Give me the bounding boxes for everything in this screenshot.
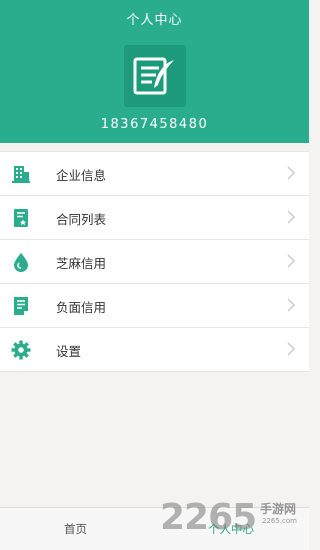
gear-icon <box>11 340 31 360</box>
profile-header: 个人中心 18367458480 <box>0 0 309 143</box>
chevron-right-icon <box>287 166 295 180</box>
building-icon <box>12 166 30 183</box>
chevron-right-icon <box>287 210 295 224</box>
watermark-url: 2265.com <box>262 517 297 525</box>
phone-number: 18367458480 <box>100 117 209 132</box>
menu-item-label: 设置 <box>56 344 82 359</box>
chevron-right-icon <box>287 298 295 312</box>
watermark-site: 手游网 <box>260 502 297 516</box>
watermark-logo: 2265 <box>160 497 257 538</box>
menu-item-label: 合同列表 <box>56 212 107 227</box>
menu-item-company-info[interactable]: 企业信息 <box>0 152 309 196</box>
contract-icon <box>14 209 28 227</box>
chevron-right-icon <box>287 254 295 268</box>
menu-list: 企业信息 合同列表 芝麻信用 负面信用 设置 <box>0 151 309 372</box>
page-title: 个人中心 <box>126 13 183 28</box>
avatar[interactable] <box>124 45 186 107</box>
document-icon <box>14 297 28 315</box>
chevron-right-icon <box>287 342 295 356</box>
menu-item-settings[interactable]: 设置 <box>0 328 309 372</box>
menu-item-negative-credit[interactable]: 负面信用 <box>0 284 309 328</box>
menu-item-sesame-credit[interactable]: 芝麻信用 <box>0 240 309 284</box>
tab-home[interactable]: 首页 <box>64 521 87 537</box>
menu-item-label: 负面信用 <box>56 300 107 315</box>
drop-icon <box>14 253 28 272</box>
menu-item-contract-list[interactable]: 合同列表 <box>0 196 309 240</box>
menu-item-label: 芝麻信用 <box>56 256 107 271</box>
menu-item-label: 企业信息 <box>56 168 107 183</box>
notepad-icon <box>133 57 174 95</box>
